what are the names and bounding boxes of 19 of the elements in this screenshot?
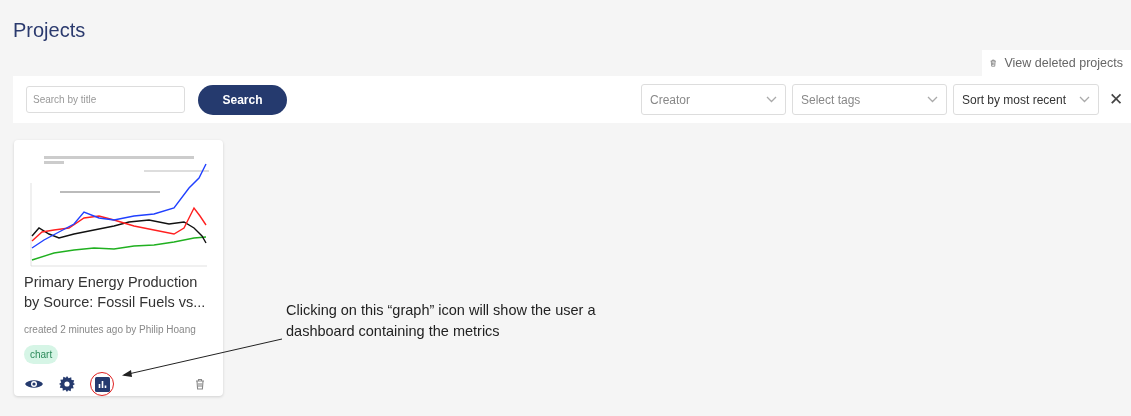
settings-icon[interactable] [59,376,75,392]
tag-chip[interactable]: chart [24,345,59,364]
search-field[interactable]: Search by title [26,86,185,113]
dropdown[interactable]: Sort by most recent [953,84,1099,115]
dropdown[interactable]: Select tags [792,84,947,115]
eye-icon[interactable] [24,378,44,390]
project-title[interactable]: Primary Energy Production by Source: Fossil Fuels vs... [24,272,213,312]
page-title: Projects [12,18,87,43]
view-deleted-link[interactable]: View deleted projects [982,50,1131,76]
dropdown[interactable]: Creator [641,84,786,115]
chevron-down-icon [1079,96,1090,103]
project-meta: created 2 minutes ago by Philip Hoang [24,323,197,337]
close-button[interactable]: ✕ [1109,91,1123,108]
trash-icon[interactable] [195,378,205,390]
annotation-text: Clicking on this “graph” icon will show the user a dashboard containing the metrics [286,301,597,341]
search-button[interactable]: Search [198,84,287,115]
chevron-down-icon [927,96,938,103]
chevron-down-icon [766,96,777,103]
trash-icon [990,57,997,69]
